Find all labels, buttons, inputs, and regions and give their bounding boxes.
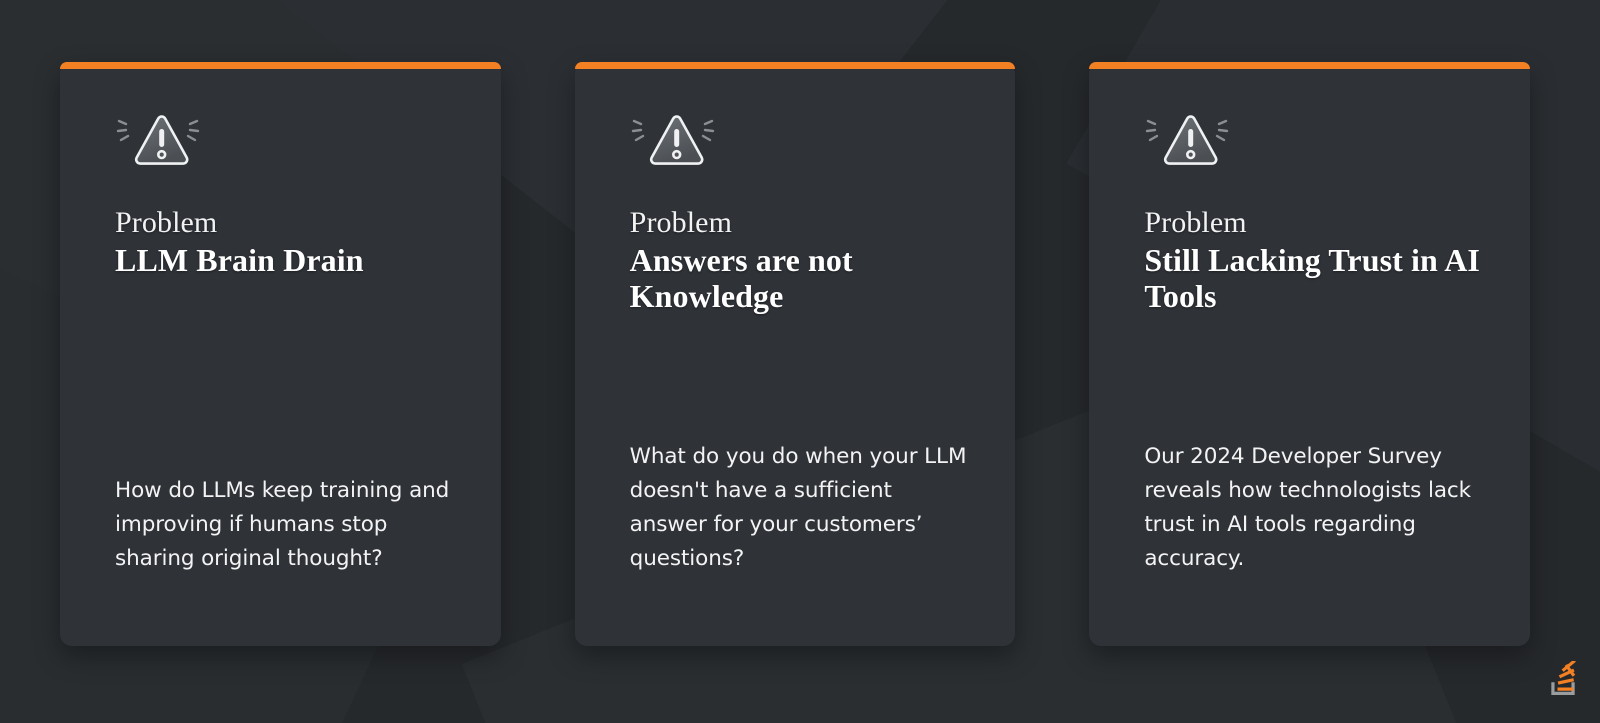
problem-card-list: Problem LLM Brain Drain How do LLMs keep… (60, 62, 1531, 646)
card-body-text: How do LLMs keep training and improving … (115, 478, 450, 572)
warning-triangle-icon (115, 110, 201, 184)
card-title: LLM Brain Drain (115, 241, 364, 278)
card-heading: Problem LLM Brain Drain (115, 206, 467, 278)
card-spacer (1144, 314, 1496, 440)
card-spacer (630, 314, 982, 440)
card-title: Answers are not Knowledge (629, 241, 853, 315)
card-title: Still Lacking Trust in AI Tools (1144, 241, 1480, 315)
problem-card[interactable]: Problem LLM Brain Drain How do LLMs keep… (60, 62, 501, 646)
problem-card[interactable]: Problem Still Lacking Trust in AI Tools … (1089, 62, 1531, 646)
card-eyebrow: Problem (115, 206, 218, 239)
warning-triangle-icon (630, 110, 716, 184)
card-eyebrow: Problem (1144, 206, 1247, 239)
warning-triangle-icon (1144, 110, 1230, 184)
card-body-text: Our 2024 Developer Survey reveals how te… (1144, 444, 1471, 572)
problem-card[interactable]: Problem Answers are not Knowledge What d… (574, 62, 1016, 646)
card-body-text: What do you do when your LLM doesn't hav… (629, 444, 967, 572)
slide-root: Problem LLM Brain Drain How do LLMs keep… (0, 0, 1600, 723)
stack-overflow-logo (1548, 661, 1578, 695)
card-heading: Problem Still Lacking Trust in AI Tools (1144, 206, 1496, 314)
card-eyebrow: Problem (629, 206, 733, 239)
card-heading: Problem Answers are not Knowledge (630, 206, 982, 314)
card-spacer (115, 278, 467, 474)
